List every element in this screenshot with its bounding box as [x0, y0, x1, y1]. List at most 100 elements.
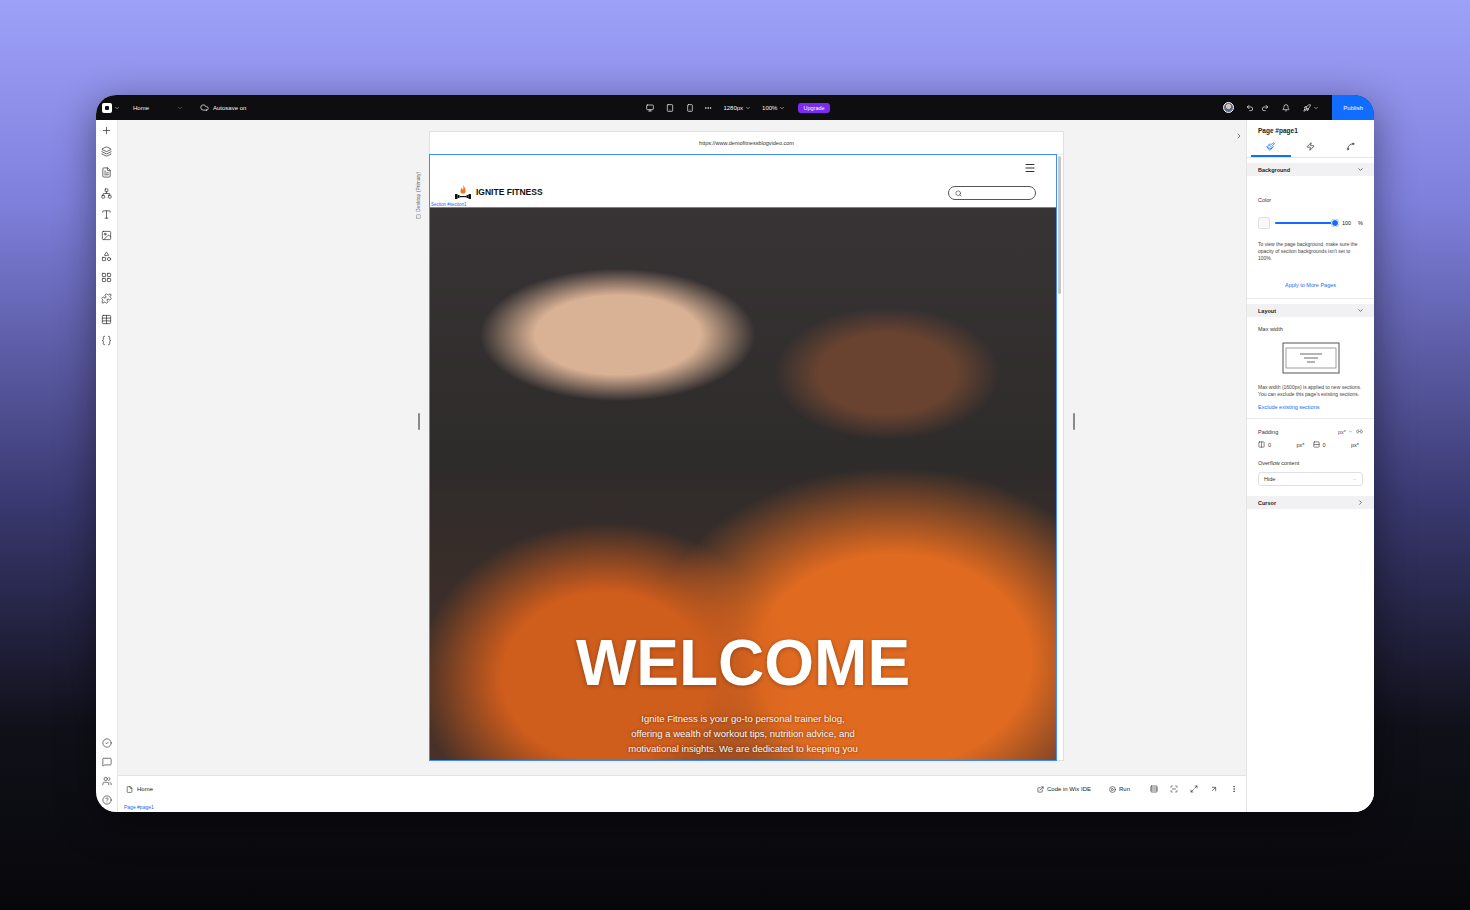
editor-window: Home Autosave on 1280px 100% Upgrade Publish D…	[96, 95, 1374, 812]
publish-button[interactable]: Publish	[1332, 95, 1374, 120]
canvas: Desktop (Primary) https://www.demofitness…	[118, 120, 1246, 776]
cms-icon[interactable]	[101, 314, 112, 325]
overflow-dropdown[interactable]: Hide	[1258, 472, 1363, 486]
canvas-width[interactable]: 1280px	[723, 105, 751, 111]
chevron-icon	[1357, 499, 1364, 506]
users-icon[interactable]	[102, 776, 112, 786]
scan-icon[interactable]	[1170, 785, 1178, 793]
resize-handle[interactable]	[418, 413, 420, 430]
upgrade-button[interactable]: Upgrade	[798, 103, 829, 113]
shapes-icon[interactable]	[101, 251, 112, 262]
bottom-bar: Home Code in Wix IDE Run	[118, 776, 1246, 802]
extensions-icon[interactable]	[101, 293, 112, 304]
padding-label: Padding	[1258, 429, 1278, 435]
site-search[interactable]	[948, 186, 1036, 200]
more-vertical-icon[interactable]	[1230, 785, 1238, 793]
url-bar: https://www.demofitnessblogvideo.com	[430, 132, 1063, 155]
layout-section-header[interactable]: Layout	[1247, 304, 1374, 317]
inspector-tab[interactable]	[1251, 138, 1291, 157]
redo-icon[interactable]	[1261, 104, 1269, 112]
sitemap-icon[interactable]	[101, 188, 112, 199]
chevron-down-icon	[114, 105, 120, 111]
zoom-menu[interactable]: 100%	[762, 105, 785, 111]
file-icon	[126, 786, 133, 793]
opacity-value[interactable]: 100	[1340, 219, 1353, 227]
message-icon[interactable]	[102, 757, 112, 767]
desktop-icon[interactable]	[646, 104, 654, 112]
spline-icon	[1346, 142, 1355, 151]
scrollbar[interactable]	[1056, 155, 1063, 760]
hero-photo[interactable]: WELCOME Ignite Fitness is your go-to pers…	[430, 208, 1056, 760]
text-icon[interactable]	[101, 209, 112, 220]
color-label: Color	[1258, 197, 1363, 203]
layers-icon[interactable]	[101, 146, 112, 157]
max-width-hint: Max width (1600px) is applied to new sec…	[1258, 384, 1363, 398]
exclude-sections-link[interactable]: Exclude existing sections	[1258, 404, 1319, 410]
help-icon[interactable]	[102, 795, 112, 805]
page-tab[interactable]: Home	[126, 786, 153, 793]
external-link-icon	[1037, 786, 1044, 793]
chevron-icon	[1357, 166, 1364, 173]
background-hint: To view the page background, make sure t…	[1258, 241, 1363, 262]
cloud-icon	[200, 103, 209, 112]
undo-icon[interactable]	[1246, 104, 1254, 112]
opacity-slider[interactable]: 100%	[1258, 217, 1363, 229]
add-icon[interactable]	[101, 125, 112, 136]
media-icon[interactable]	[101, 230, 112, 241]
collapse-panel-button[interactable]	[1234, 130, 1244, 142]
top-bar: Home Autosave on 1280px 100% Upgrade Publish	[96, 95, 1374, 120]
link-icon[interactable]	[1356, 428, 1363, 435]
rows-icon[interactable]	[1150, 785, 1158, 793]
code-icon[interactable]	[101, 335, 112, 346]
inspector-panel: Page #page1 Background Color 100% To view th…	[1246, 120, 1374, 812]
apps-icon[interactable]	[101, 272, 112, 283]
play-icon	[1109, 786, 1116, 793]
overflow-label: Overflow content	[1258, 460, 1363, 466]
site-header[interactable]: IGNITE FITNESSSection #section1	[430, 155, 1056, 208]
max-width-diagram-icon	[1282, 342, 1340, 374]
cursor-section-header[interactable]: Cursor	[1247, 496, 1374, 509]
panel-title: Page #page1	[1247, 120, 1374, 138]
avatar-icon[interactable]	[1223, 102, 1234, 113]
horizontal-padding-icon	[1258, 441, 1265, 448]
opacity-unit: %	[1358, 220, 1363, 226]
chevron-down-icon	[779, 105, 785, 111]
site-tools[interactable]	[1303, 104, 1319, 112]
padding-unit-select[interactable]: px*	[1338, 429, 1353, 435]
padding-field[interactable]: 0px*	[1258, 441, 1309, 448]
chevron-icon	[1357, 307, 1364, 314]
hero-title[interactable]: WELCOME	[576, 631, 910, 695]
bell-icon[interactable]	[1282, 104, 1290, 112]
pages-icon[interactable]	[101, 167, 112, 178]
more-icon[interactable]	[704, 104, 712, 112]
padding-field[interactable]: 0px*	[1313, 441, 1364, 448]
inspector-tab[interactable]	[1330, 138, 1370, 157]
inspector-tabs	[1247, 138, 1374, 158]
background-section-header[interactable]: Background	[1247, 163, 1374, 176]
site-section[interactable]: IGNITE FITNESSSection #section1 WELCOME Ig…	[430, 155, 1056, 760]
inspector-tab[interactable]	[1291, 138, 1331, 157]
left-toolbar	[96, 120, 118, 812]
hero-text[interactable]: Ignite Fitness is your go-to personal tr…	[628, 711, 858, 756]
check-icon[interactable]	[102, 738, 112, 748]
color-swatch[interactable]	[1258, 217, 1270, 229]
wix-menu[interactable]	[102, 103, 120, 113]
hamburger-menu-icon[interactable]	[1024, 162, 1036, 174]
apply-pages-link[interactable]: Apply to More Pages	[1285, 282, 1336, 288]
autosave-status[interactable]: Autosave on	[200, 103, 246, 112]
page-menu[interactable]: Home	[133, 105, 183, 111]
wix-logo-icon	[102, 103, 112, 113]
breadcrumb[interactable]: Page #page1	[118, 802, 1246, 812]
breakpoint-icon	[416, 214, 421, 219]
breakpoint-label[interactable]: Desktop (Primary)	[415, 155, 423, 219]
run-button[interactable]: Run	[1109, 786, 1130, 793]
code-ide-button[interactable]: Code in Wix IDE	[1037, 786, 1091, 793]
resize-handle[interactable]	[1073, 413, 1075, 430]
tablet-icon[interactable]	[666, 104, 674, 112]
maximize-icon[interactable]	[1190, 785, 1198, 793]
site-logo[interactable]: IGNITE FITNESS	[454, 184, 543, 200]
mobile-icon[interactable]	[686, 104, 694, 112]
max-width-label: Max width	[1258, 326, 1363, 332]
arrow-up-right-icon[interactable]	[1210, 785, 1218, 793]
chevron-right-icon	[1235, 132, 1243, 140]
